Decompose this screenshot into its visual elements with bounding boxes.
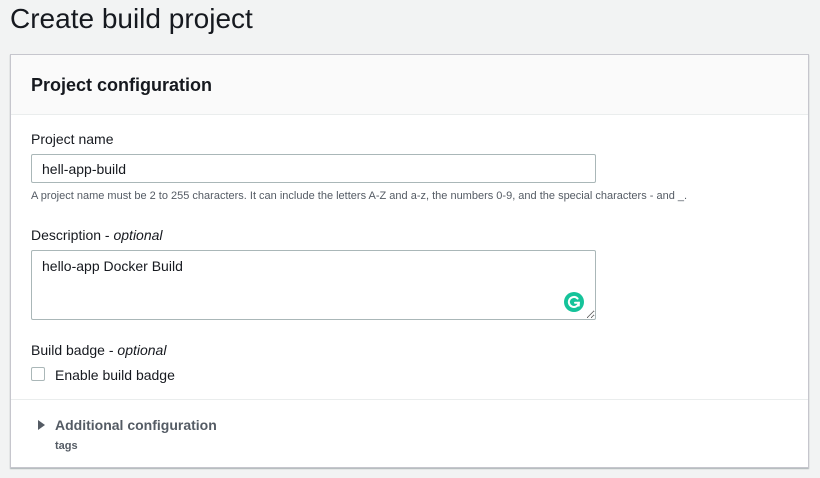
panel-title: Project configuration [31, 75, 213, 95]
description-label-text: Description [31, 227, 102, 243]
project-name-input[interactable] [31, 154, 596, 183]
grammarly-icon[interactable] [564, 292, 584, 312]
description-optional: optional [113, 227, 163, 243]
grammarly-glyph [567, 295, 580, 308]
enable-build-badge-label[interactable]: Enable build badge [55, 366, 175, 384]
build-badge-separator: - [104, 342, 118, 358]
project-configuration-panel: Project configuration Project name A pro… [10, 54, 809, 468]
project-name-label: Project name [31, 131, 114, 147]
enable-build-badge-checkbox[interactable] [31, 367, 45, 381]
page-title: Create build project [10, 3, 253, 34]
panel-header: Project configuration [11, 55, 808, 115]
description-separator: - [101, 227, 114, 243]
build-badge-optional: optional [117, 342, 167, 358]
description-textarea[interactable]: hello-app Docker Build [31, 250, 596, 320]
section-divider [11, 399, 808, 400]
build-badge-label-text: Build badge [31, 342, 105, 358]
additional-configuration-subtitle: tags [55, 440, 78, 452]
build-badge-label: Build badge - optional [31, 341, 166, 359]
caret-right-icon[interactable] [38, 420, 45, 430]
project-name-hint: A project name must be 2 to 255 characte… [31, 190, 688, 202]
description-field: hello-app Docker Build [31, 250, 596, 320]
additional-configuration-toggle[interactable]: Additional configuration [55, 416, 217, 434]
description-label: Description - optional [31, 226, 163, 244]
